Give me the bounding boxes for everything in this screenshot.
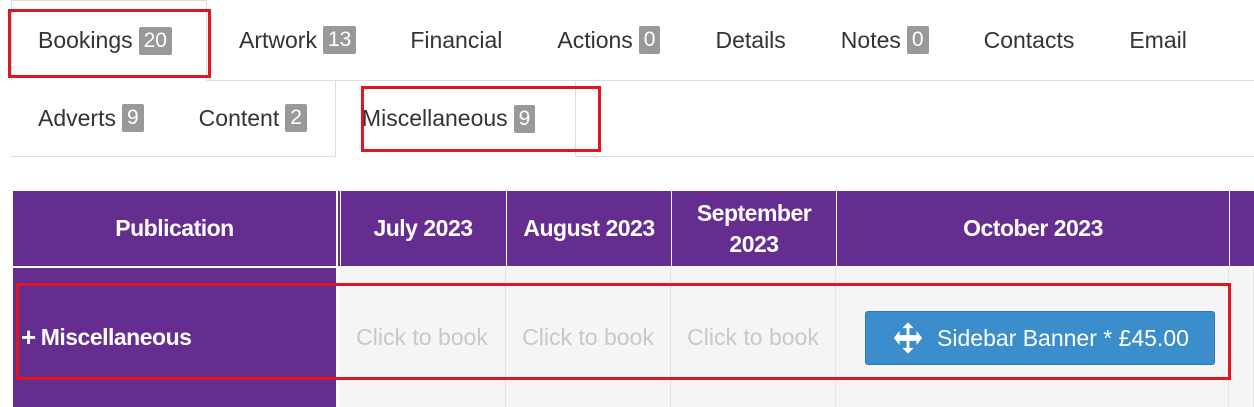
book-cell-august-2023[interactable]: Click to book: [506, 268, 671, 407]
move-arrows-icon: [893, 322, 923, 354]
expand-icon[interactable]: +: [21, 322, 36, 353]
tab-artwork[interactable]: Artwork 13: [239, 0, 357, 80]
booking-label: Sidebar Banner * £45.00: [937, 324, 1189, 351]
tab-bookings-count: 20: [138, 26, 172, 55]
tab-content-count: 2: [285, 104, 307, 132]
tabs-row-2: Adverts 9 Content 2 Miscellaneous 9: [11, 80, 1254, 157]
tab-notes-count: 0: [906, 26, 929, 54]
tab-adverts-count: 9: [121, 104, 144, 132]
tab-notes-label: Notes: [840, 26, 901, 53]
header-divider: [836, 191, 837, 266]
click-to-book-label: Click to book: [687, 324, 819, 350]
tab-adverts-label: Adverts: [38, 104, 116, 131]
tab-email[interactable]: Email: [1129, 0, 1187, 80]
tab-content-label: Content: [198, 104, 280, 131]
publication-name: Miscellaneous: [40, 324, 192, 350]
book-cell-september-2023[interactable]: Click to book: [671, 268, 836, 407]
tabs-row-1: Bookings 20 Artwork 13 Financial Actions…: [11, 0, 1254, 81]
tab-financial[interactable]: Financial: [410, 0, 502, 80]
tab-miscellaneous-count: 9: [513, 104, 536, 133]
header-divider: [340, 191, 341, 266]
tab-actions-count: 0: [638, 26, 661, 54]
header-divider: [1229, 191, 1230, 266]
click-to-book-label: Click to book: [522, 324, 654, 350]
header-divider: [671, 191, 672, 266]
header-august-2023: August 2023: [507, 191, 671, 266]
book-cell-july-2023[interactable]: Click to book: [339, 268, 506, 407]
tab-contacts-label: Contacts: [983, 26, 1075, 53]
tab-notes[interactable]: Notes 0: [841, 0, 929, 80]
tab-bookings-label: Bookings: [38, 27, 133, 53]
header-divider: [336, 191, 338, 266]
tab-contacts[interactable]: Contacts: [984, 0, 1075, 80]
header-publication: Publication: [13, 191, 336, 266]
header-september-2023: September 2023: [672, 191, 836, 266]
tab-adverts[interactable]: Adverts 9: [11, 80, 144, 156]
click-to-book-label: Click to book: [356, 324, 488, 350]
book-cell-overflow: [1229, 268, 1254, 407]
tab-miscellaneous[interactable]: Miscellaneous 9: [334, 80, 576, 157]
tab-artwork-count: 13: [322, 26, 357, 54]
header-july-2023: July 2023: [340, 191, 506, 266]
booking-sidebar-banner-button[interactable]: Sidebar Banner * £45.00: [865, 311, 1215, 365]
tab-actions[interactable]: Actions 0: [557, 0, 661, 80]
tab-details[interactable]: Details: [715, 0, 785, 80]
publication-cell-miscellaneous[interactable]: + Miscellaneous: [13, 268, 336, 407]
header-october-2023: October 2023: [837, 191, 1229, 266]
tab-actions-label: Actions: [557, 26, 633, 53]
tab-miscellaneous-label: Miscellaneous: [361, 105, 508, 131]
tab-details-label: Details: [715, 26, 786, 53]
tab-financial-label: Financial: [410, 26, 503, 53]
tab-bookings[interactable]: Bookings 20: [11, 0, 207, 81]
tab-content[interactable]: Content 2: [199, 80, 307, 156]
tab-artwork-label: Artwork: [239, 26, 317, 53]
header-divider: [506, 191, 507, 266]
tab-email-label: Email: [1129, 26, 1187, 53]
